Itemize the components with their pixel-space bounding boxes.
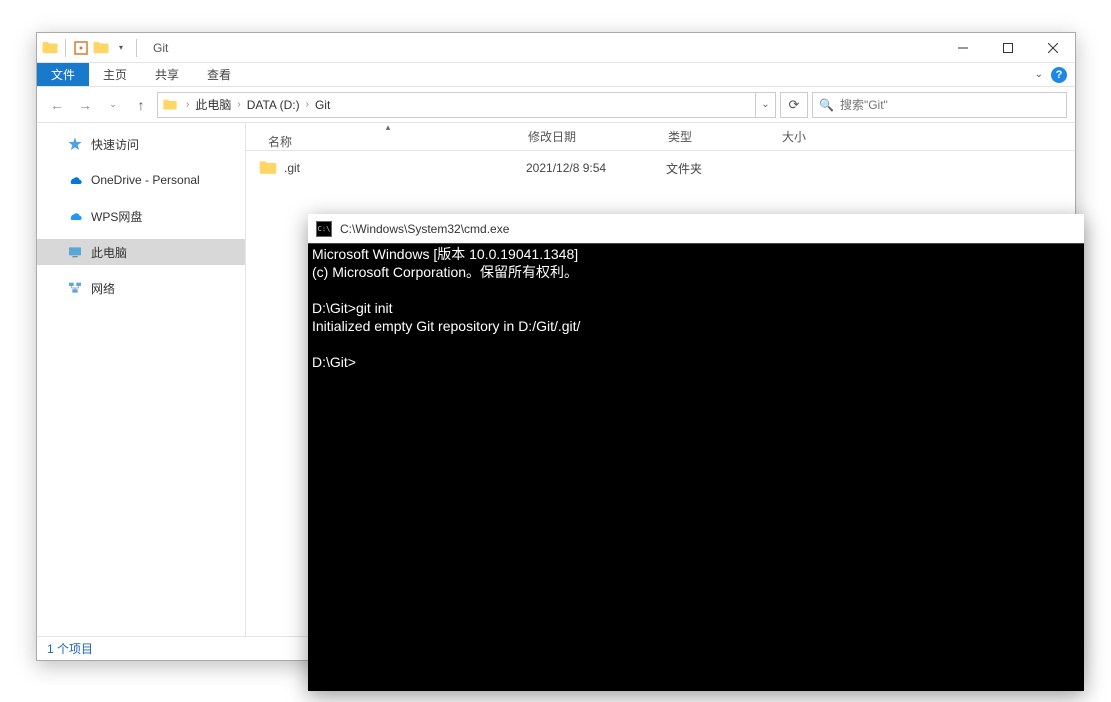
- folder-icon: [258, 158, 278, 178]
- sidebar-item-label: 网络: [91, 280, 115, 297]
- network-icon: [67, 280, 83, 296]
- tab-file[interactable]: 文件: [37, 63, 89, 86]
- refresh-button[interactable]: ⟳: [780, 92, 808, 118]
- column-header-type[interactable]: 类型: [658, 128, 772, 145]
- explorer-titlebar[interactable]: ▾ Git: [37, 33, 1075, 63]
- new-folder-icon[interactable]: [92, 39, 110, 57]
- cmd-titlebar[interactable]: C:\ C:\Windows\System32\cmd.exe: [308, 214, 1084, 244]
- sidebar-item-onedrive[interactable]: OneDrive - Personal: [37, 167, 245, 193]
- file-date: 2021/12/8 9:54: [516, 161, 656, 175]
- status-text: 1 个项目: [47, 640, 93, 657]
- wps-cloud-icon: [67, 208, 83, 224]
- tab-home[interactable]: 主页: [89, 63, 141, 86]
- expand-ribbon-chevron-icon[interactable]: ⌄: [1035, 69, 1043, 80]
- cmd-window: C:\ C:\Windows\System32\cmd.exe Microsof…: [308, 214, 1084, 691]
- sidebar-item-wps[interactable]: WPS网盘: [37, 203, 245, 229]
- quick-access-toolbar: ▾: [37, 39, 145, 57]
- separator: [136, 39, 137, 57]
- search-box[interactable]: 🔍: [812, 92, 1067, 118]
- ribbon-tabs: 文件 主页 共享 查看 ⌄ ?: [37, 63, 1075, 87]
- window-title: Git: [153, 41, 168, 55]
- breadcrumb[interactable]: › 此电脑 › DATA (D:) › Git ⌄: [157, 92, 776, 118]
- column-header-date[interactable]: 修改日期: [518, 128, 658, 145]
- file-name: .git: [284, 161, 516, 175]
- chevron-right-icon[interactable]: ›: [182, 99, 193, 110]
- back-button[interactable]: ←: [45, 93, 69, 117]
- sidebar-item-label: 快速访问: [91, 136, 139, 153]
- star-icon: [67, 136, 83, 152]
- search-input[interactable]: [840, 98, 1060, 112]
- address-dropdown-icon[interactable]: ⌄: [755, 93, 775, 117]
- tab-share[interactable]: 共享: [141, 63, 193, 86]
- minimize-button[interactable]: [940, 33, 985, 62]
- separator: [65, 39, 66, 57]
- sidebar-item-label: WPS网盘: [91, 208, 142, 225]
- sidebar-item-label: OneDrive - Personal: [91, 173, 200, 187]
- breadcrumb-item[interactable]: Git: [313, 98, 332, 112]
- close-button[interactable]: [1030, 33, 1075, 62]
- onedrive-icon: [67, 172, 83, 188]
- column-headers: ▴ 名称 修改日期 类型 大小: [246, 123, 1075, 151]
- customize-qat-dropdown[interactable]: ▾: [112, 39, 130, 57]
- sort-indicator-icon: ▴: [268, 122, 508, 133]
- folder-icon: [158, 97, 182, 113]
- tab-view[interactable]: 查看: [193, 63, 245, 86]
- sidebar-item-label: 此电脑: [91, 244, 127, 261]
- navigation-pane: 快速访问 OneDrive - Personal WPS网盘: [37, 123, 246, 636]
- breadcrumb-item[interactable]: 此电脑: [193, 96, 233, 113]
- chevron-right-icon[interactable]: ›: [302, 99, 313, 110]
- chevron-right-icon[interactable]: ›: [233, 99, 244, 110]
- cmd-icon: C:\: [316, 221, 332, 237]
- computer-icon: [67, 244, 83, 260]
- properties-icon[interactable]: [72, 39, 90, 57]
- maximize-button[interactable]: [985, 33, 1030, 62]
- column-header-name[interactable]: ▴ 名称: [258, 124, 518, 150]
- file-row[interactable]: .git 2021/12/8 9:54 文件夹: [246, 155, 1075, 181]
- window-controls: [940, 33, 1075, 62]
- column-header-size[interactable]: 大小: [772, 128, 852, 145]
- file-type: 文件夹: [656, 160, 770, 177]
- folder-icon: [41, 39, 59, 57]
- up-button[interactable]: ↑: [129, 93, 153, 117]
- sidebar-item-this-pc[interactable]: 此电脑: [37, 239, 245, 265]
- recent-locations-dropdown[interactable]: ⌄: [101, 93, 125, 117]
- cmd-output[interactable]: Microsoft Windows [版本 10.0.19041.1348] (…: [308, 244, 1084, 691]
- breadcrumb-item[interactable]: DATA (D:): [245, 98, 302, 112]
- forward-button[interactable]: →: [73, 93, 97, 117]
- address-bar: ← → ⌄ ↑ › 此电脑 › DATA (D:) › Git ⌄ ⟳ 🔍: [37, 87, 1075, 123]
- cmd-title: C:\Windows\System32\cmd.exe: [340, 222, 509, 236]
- sidebar-item-quick-access[interactable]: 快速访问: [37, 131, 245, 157]
- search-icon: 🔍: [819, 98, 834, 112]
- sidebar-item-network[interactable]: 网络: [37, 275, 245, 301]
- help-icon[interactable]: ?: [1051, 67, 1067, 83]
